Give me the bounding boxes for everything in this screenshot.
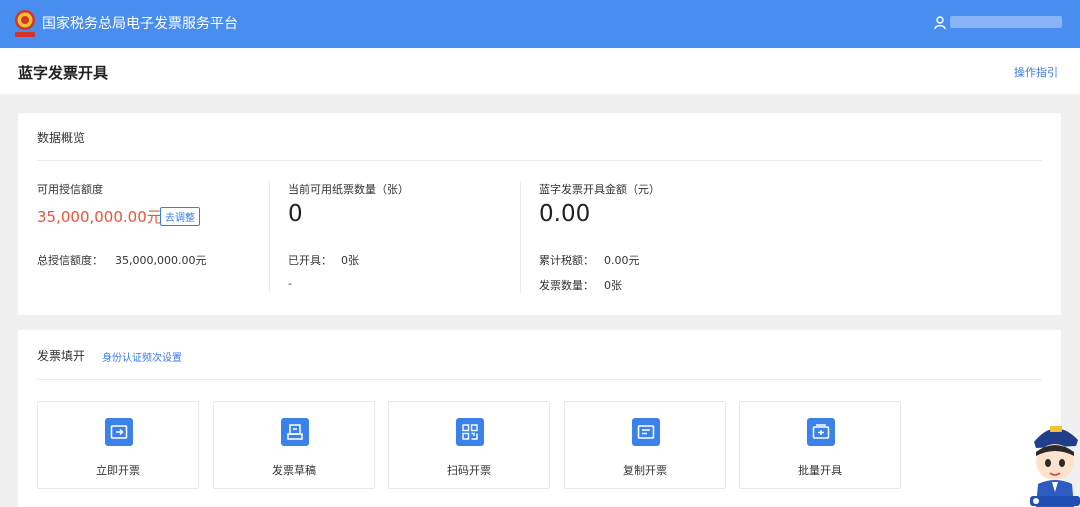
tile-batch-issue[interactable]: 批量开具: [739, 401, 901, 489]
total-credit-value: 35,000,000.00元: [115, 254, 207, 267]
issued-value: 0张: [341, 254, 359, 267]
paper-ticket-count: 0: [288, 201, 303, 227]
page-title: 蓝字发票开具: [18, 64, 109, 82]
copy-invoice-icon: [632, 418, 660, 446]
total-credit-label: 总授信额度：: [37, 254, 103, 267]
invoice-amount-value: 0.00: [539, 201, 591, 227]
invoice-count-value: 0张: [604, 279, 622, 292]
operation-guide-link[interactable]: 操作指引: [1014, 64, 1058, 80]
paper-ticket-label: 当前可用纸票数量（张）: [288, 183, 409, 196]
invoice-amount-label: 蓝字发票开具金额（元）: [539, 183, 660, 196]
qr-code-icon: [456, 418, 484, 446]
tile-label: 发票草稿: [272, 464, 316, 477]
app-title: 国家税务总局电子发票服务平台: [42, 16, 238, 32]
top-bar: 国家税务总局电子发票服务平台: [0, 0, 1080, 48]
auth-frequency-link[interactable]: 身份认证频次设置: [102, 349, 182, 364]
user-name-redacted[interactable]: [950, 16, 1062, 28]
tax-total-value: 0.00元: [604, 254, 640, 267]
tile-label: 立即开票: [96, 464, 140, 477]
tile-scan-qr[interactable]: 扫码开票: [388, 401, 550, 489]
tile-label: 批量开具: [798, 464, 842, 477]
tax-total-label: 累计税额：: [539, 254, 594, 267]
tax-officer-mascot-icon[interactable]: [1028, 412, 1080, 507]
paper-extra-dash: -: [288, 277, 292, 290]
credit-label: 可用授信额度: [37, 183, 103, 196]
credit-value: 35,000,000.00元: [37, 208, 162, 226]
tile-issue-now[interactable]: 立即开票: [37, 401, 199, 489]
tile-draft[interactable]: 发票草稿: [213, 401, 375, 489]
invoice-fill-title: 发票填开: [37, 349, 86, 363]
tile-copy-invoice[interactable]: 复制开票: [564, 401, 726, 489]
invoice-now-icon: [105, 418, 133, 446]
tax-emblem-icon: [15, 10, 35, 37]
adjust-credit-button[interactable]: 去调整: [160, 207, 200, 226]
overview-title: 数据概览: [37, 131, 86, 145]
tile-label: 复制开票: [623, 464, 667, 477]
invoice-fill-card: 发票填开 身份认证频次设置 立即开票 发票草稿 扫码开票 复制开票 批量开具: [18, 330, 1061, 507]
batch-invoice-icon: [807, 418, 835, 446]
column-divider: [520, 181, 521, 293]
invoice-count-label: 发票数量：: [539, 279, 594, 292]
overview-divider: [37, 160, 1042, 161]
fill-divider: [37, 379, 1042, 380]
draft-icon: [281, 418, 309, 446]
page-header: 蓝字发票开具 操作指引: [0, 48, 1080, 94]
column-divider: [269, 181, 270, 293]
user-icon[interactable]: [934, 16, 946, 30]
issued-label: 已开具：: [288, 254, 332, 267]
data-overview-card: 数据概览 可用授信额度 35,000,000.00元 去调整 总授信额度： 35…: [18, 113, 1061, 315]
tile-label: 扫码开票: [447, 464, 491, 477]
